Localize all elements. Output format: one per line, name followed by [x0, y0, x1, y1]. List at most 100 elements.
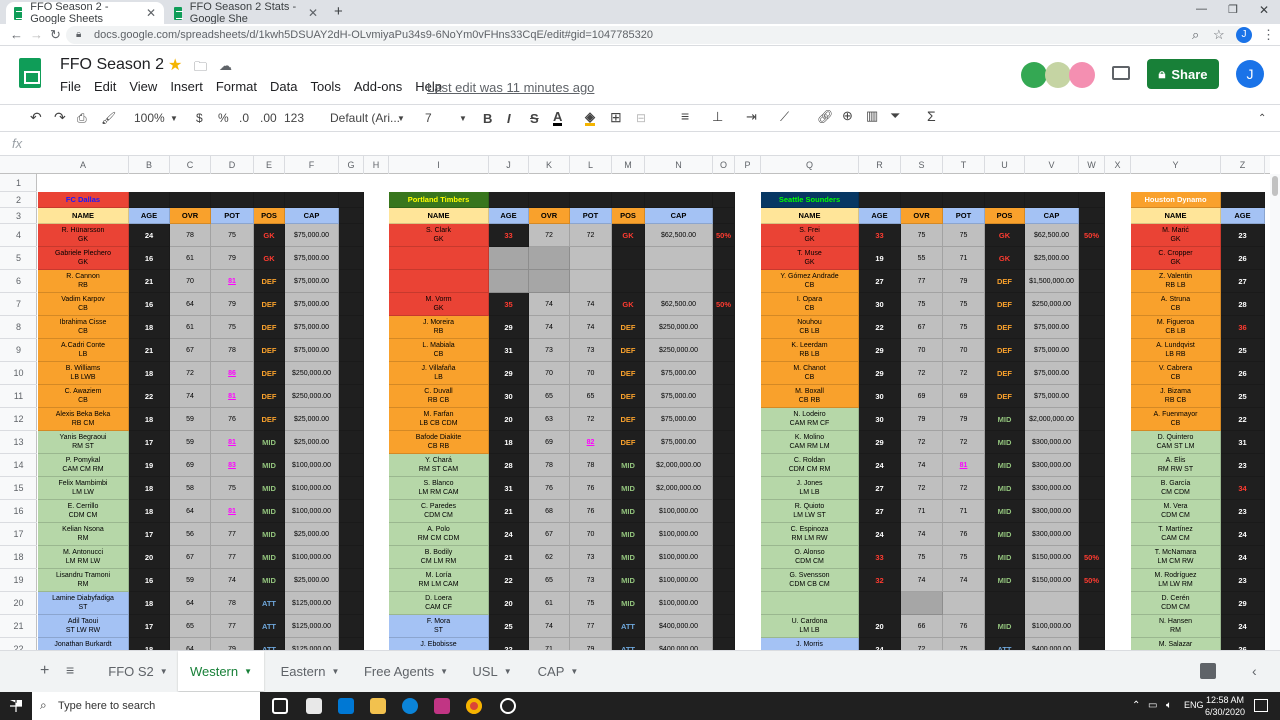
cap-cell[interactable]: $75,000.00	[1025, 339, 1079, 362]
player-name-cell[interactable]: M. Vera CDM CM	[1131, 500, 1221, 523]
ovr-cell[interactable]: 64	[170, 592, 211, 615]
position-cell[interactable]: MID	[612, 523, 645, 546]
age-cell[interactable]: 22	[129, 385, 170, 408]
player-name-cell[interactable]: Felix Mambimbi LM LW	[38, 477, 129, 500]
ovr-cell[interactable]: 74	[529, 615, 570, 638]
position-cell[interactable]: MID	[985, 454, 1025, 477]
cap-cell[interactable]: $25,000.00	[285, 431, 339, 454]
ovr-cell[interactable]: 65	[529, 385, 570, 408]
age-cell[interactable]: 27	[1221, 270, 1265, 293]
pot-cell[interactable]: 79	[943, 408, 985, 431]
close-tab-icon[interactable]: ✕	[146, 6, 156, 20]
position-cell[interactable]: GK	[254, 247, 285, 270]
position-cell[interactable]: DEF	[254, 362, 285, 385]
player-name-cell[interactable]: J. EbobisseST LW RW	[389, 638, 489, 650]
cap-cell[interactable]: $125,000.00	[285, 592, 339, 615]
cap-percent-cell[interactable]	[339, 408, 364, 431]
player-name-cell[interactable]: B. Williams LB LWB	[38, 362, 129, 385]
age-cell[interactable]: 25	[489, 615, 529, 638]
insert-comment-icon[interactable]: ⊕	[842, 108, 853, 124]
insert-chart-icon[interactable]: ▥	[866, 108, 878, 124]
team-name-cell[interactable]: FC Dallas	[38, 192, 129, 208]
pot-cell[interactable]: 79	[943, 270, 985, 293]
player-name-cell[interactable]: Bafode Diakite CB RB	[389, 431, 489, 454]
column-label-cell[interactable]: AGE	[129, 208, 170, 224]
player-name-cell[interactable]: M. Rodríguez LM LW RM	[1131, 569, 1221, 592]
team-band-cell[interactable]	[859, 192, 901, 208]
position-cell[interactable]: ATT	[612, 638, 645, 650]
pot-cell[interactable]: 74	[943, 569, 985, 592]
pot-cell[interactable]: 77	[211, 615, 254, 638]
ovr-cell[interactable]: 74	[901, 523, 943, 546]
age-cell[interactable]: 22	[1221, 408, 1265, 431]
player-name-cell[interactable]: A. Elis RM RW ST	[1131, 454, 1221, 477]
ovr-cell[interactable]: 75	[901, 224, 943, 247]
browser-menu-icon[interactable]: ⋮	[1262, 27, 1275, 43]
cap-cell[interactable]: $300,000.00	[1025, 431, 1079, 454]
ovr-cell[interactable]: 65	[529, 569, 570, 592]
increase-decimal-button[interactable]: .00	[260, 111, 277, 125]
ovr-cell[interactable]: 76	[529, 477, 570, 500]
age-cell[interactable]	[489, 270, 529, 293]
cap-percent-cell[interactable]	[1079, 339, 1105, 362]
player-name-cell[interactable]: Y. Chará RM ST CAM	[389, 454, 489, 477]
player-name-cell[interactable]: M. SalazarRM RW CM	[1131, 638, 1221, 650]
ovr-cell[interactable]: 59	[170, 431, 211, 454]
profile-avatar[interactable]: J	[1236, 27, 1252, 43]
age-cell[interactable]: 18	[129, 316, 170, 339]
player-name-cell[interactable]: Vadim Karpov CB	[38, 293, 129, 316]
pot-cell[interactable]: 75	[211, 316, 254, 339]
team-band-cell[interactable]	[1079, 208, 1105, 224]
position-cell[interactable]: MID	[612, 477, 645, 500]
player-name-cell[interactable]: F. Mora ST	[389, 615, 489, 638]
pot-cell[interactable]: 70	[570, 523, 612, 546]
age-cell[interactable]: 17	[129, 523, 170, 546]
app-icon[interactable]	[434, 698, 450, 714]
cap-percent-cell[interactable]	[713, 362, 735, 385]
player-name-cell[interactable]: A.Cadri Conte LB	[38, 339, 129, 362]
age-cell[interactable]: 24	[1221, 546, 1265, 569]
team-band-cell[interactable]	[570, 192, 612, 208]
player-name-cell[interactable]: Jonathan BurkardtST LW	[38, 638, 129, 650]
cap-cell[interactable]: $75,000.00	[1025, 362, 1079, 385]
team-band-cell[interactable]	[943, 192, 985, 208]
age-cell[interactable]: 31	[489, 477, 529, 500]
position-cell[interactable]: DEF	[254, 339, 285, 362]
player-name-cell[interactable]: Kelian Nsona RM	[38, 523, 129, 546]
cap-percent-cell[interactable]	[1079, 431, 1105, 454]
column-label-cell[interactable]: POS	[254, 208, 285, 224]
cap-cell[interactable]	[645, 247, 713, 270]
player-name-cell[interactable]: A. Struna CB	[1131, 293, 1221, 316]
cap-cell[interactable]: $400,000.00	[1025, 638, 1079, 650]
column-label-cell[interactable]: NAME	[761, 208, 859, 224]
age-cell[interactable]: 24	[859, 454, 901, 477]
age-cell[interactable]: 33	[859, 224, 901, 247]
ovr-cell[interactable]: 69	[170, 454, 211, 477]
cap-cell[interactable]: $100,000.00	[645, 569, 713, 592]
position-cell[interactable]: MID	[254, 546, 285, 569]
age-cell[interactable]: 21	[489, 500, 529, 523]
zoom-select[interactable]: 100%	[134, 111, 165, 125]
position-cell[interactable]: GK	[612, 224, 645, 247]
menu-format[interactable]: Format	[216, 79, 257, 94]
team-band-cell[interactable]	[645, 192, 713, 208]
cap-cell[interactable]	[1025, 592, 1079, 615]
position-cell[interactable]: DEF	[985, 385, 1025, 408]
age-cell[interactable]: 24	[129, 224, 170, 247]
player-name-cell[interactable]: O. Alonso CDM CM	[761, 546, 859, 569]
bookmark-star-icon[interactable]: ☆	[1213, 27, 1225, 43]
age-cell[interactable]: 20	[489, 592, 529, 615]
explore-icon[interactable]	[1200, 663, 1216, 679]
age-cell[interactable]: 20	[489, 408, 529, 431]
cap-percent-cell[interactable]	[1079, 454, 1105, 477]
ovr-cell[interactable]: 74	[529, 316, 570, 339]
player-name-cell[interactable]: C. Cropper GK	[1131, 247, 1221, 270]
pot-cell[interactable]: 78	[211, 339, 254, 362]
ovr-cell[interactable]: 64	[170, 638, 211, 650]
team-band-cell[interactable]	[1221, 192, 1265, 208]
cap-percent-cell[interactable]	[713, 546, 735, 569]
pot-cell[interactable]: 74	[211, 569, 254, 592]
player-name-cell[interactable]: I. Opara CB	[761, 293, 859, 316]
collaborator-avatar[interactable]	[1045, 62, 1071, 88]
ovr-cell[interactable]: 56	[170, 523, 211, 546]
